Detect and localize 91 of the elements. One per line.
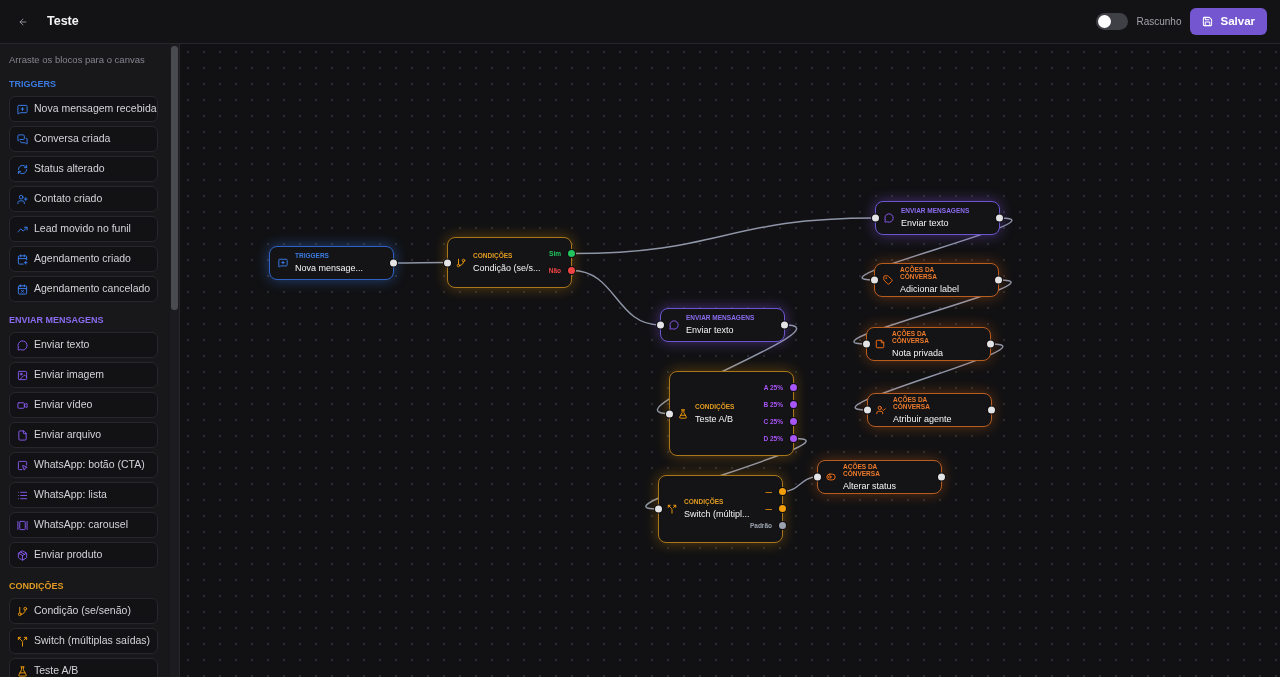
save-icon	[1202, 16, 1214, 27]
block-item[interactable]: Enviar imagem	[9, 362, 158, 388]
block-item[interactable]: Teste A/B	[9, 658, 158, 677]
block-item[interactable]: Enviar texto	[9, 332, 158, 358]
branch-icon	[17, 605, 28, 617]
chat-bubbles-icon	[17, 133, 28, 145]
gallery-icon	[17, 519, 28, 531]
connection-handle[interactable]	[814, 473, 821, 481]
node-title: Atribuir agente	[893, 412, 952, 425]
block-item[interactable]: Agendamento criado	[9, 246, 158, 272]
package-icon	[17, 549, 28, 561]
connection-handle[interactable]	[657, 321, 664, 329]
calendar-plus-icon	[17, 253, 28, 265]
node-title: Nota privada	[892, 346, 944, 359]
video-camera-icon	[17, 399, 28, 411]
connection-handle[interactable]	[779, 522, 786, 529]
section-heading: TRIGGERS	[9, 78, 57, 90]
connection-handle[interactable]	[863, 340, 870, 348]
connection-handle[interactable]	[666, 410, 673, 417]
section-heading: CONDIÇÕES	[9, 580, 65, 592]
block-item[interactable]: WhatsApp: carousel	[9, 512, 158, 538]
arrow-left-icon	[18, 16, 28, 27]
block-item[interactable]: Condição (se/senão)	[9, 598, 158, 624]
connection-handle[interactable]	[790, 401, 797, 408]
block-item[interactable]: Lead movido no funil	[9, 216, 158, 242]
node-title: Adicionar label	[900, 282, 960, 295]
node-title: Nova mensage...	[295, 262, 364, 274]
connection-handle[interactable]	[995, 276, 1002, 284]
chat-bubble-icon	[17, 339, 28, 351]
connection-handle[interactable]	[790, 384, 797, 391]
connection-handle[interactable]	[568, 267, 575, 274]
pointer-square-icon	[17, 459, 28, 471]
connection-handle[interactable]	[988, 406, 995, 414]
chat-bubble-icon	[669, 320, 679, 330]
file-icon	[17, 429, 28, 441]
connection-handle[interactable]	[444, 259, 451, 266]
save-button[interactable]: Salvar	[1190, 8, 1267, 35]
user-check-icon	[876, 405, 886, 415]
page-title: Teste	[47, 13, 79, 31]
connection-handle[interactable]	[864, 406, 871, 414]
block-item[interactable]: Status alterado	[9, 156, 158, 182]
block-item[interactable]: Enviar produto	[9, 542, 158, 568]
block-item[interactable]: Switch (múltiplas saídas)	[9, 628, 158, 654]
scrollbar-thumb[interactable]	[171, 46, 178, 310]
connection-handle[interactable]	[568, 250, 575, 257]
connection-handle[interactable]	[779, 505, 786, 512]
message-plus-icon	[278, 258, 288, 268]
block-item[interactable]: Enviar vídeo	[9, 392, 158, 418]
block-item[interactable]: WhatsApp: lista	[9, 482, 158, 508]
split-icon	[17, 635, 28, 647]
connection-handle[interactable]	[938, 473, 945, 481]
sidebar-hint: Arraste os blocos para o canvas	[9, 54, 146, 66]
connection-handle[interactable]	[790, 418, 797, 425]
node-title: Alterar status	[843, 479, 897, 492]
split-icon	[667, 504, 677, 514]
toggle-icon	[826, 472, 836, 482]
image-icon	[17, 369, 28, 381]
flask-icon	[678, 408, 688, 419]
connection-handle[interactable]	[779, 488, 786, 495]
block-item[interactable]: Enviar arquivo	[9, 422, 158, 448]
section-heading: ENVIAR MENSAGENS	[9, 314, 105, 326]
block-item[interactable]: WhatsApp: botão (CTA)	[9, 452, 158, 478]
connection-handle[interactable]	[390, 259, 397, 267]
note-icon	[875, 339, 885, 349]
connection-handle[interactable]	[996, 214, 1003, 222]
flask-icon	[17, 665, 28, 677]
list-icon	[17, 489, 28, 501]
user-plus-icon	[17, 193, 28, 205]
connection-handle[interactable]	[987, 340, 994, 348]
node-title: Condição (se/s...	[473, 261, 541, 274]
connection-handle[interactable]	[872, 214, 879, 222]
refresh-icon	[17, 163, 28, 175]
connection-handle[interactable]	[781, 321, 788, 329]
connection-handle[interactable]	[655, 505, 662, 513]
message-plus-icon	[17, 103, 28, 115]
calendar-x-icon	[17, 283, 28, 295]
tag-icon	[883, 275, 893, 285]
node-title: Enviar texto	[686, 324, 735, 336]
block-item[interactable]: Nova mensagem recebida	[9, 96, 158, 122]
connection-handle[interactable]	[871, 276, 878, 284]
block-item[interactable]: Conversa criada	[9, 126, 158, 152]
chat-bubble-icon	[884, 213, 894, 223]
node-title: Switch (múltipl...	[684, 508, 750, 520]
branch-icon	[456, 257, 466, 268]
switch-label: Rascunho	[1136, 15, 1182, 29]
block-item[interactable]: Agendamento cancelado	[9, 276, 158, 302]
draft-switch[interactable]	[1096, 13, 1129, 30]
node-title: Teste A/B	[695, 412, 735, 425]
connection-handle[interactable]	[790, 435, 797, 442]
node-title: Enviar texto	[901, 217, 950, 229]
block-item[interactable]: Contato criado	[9, 186, 158, 212]
